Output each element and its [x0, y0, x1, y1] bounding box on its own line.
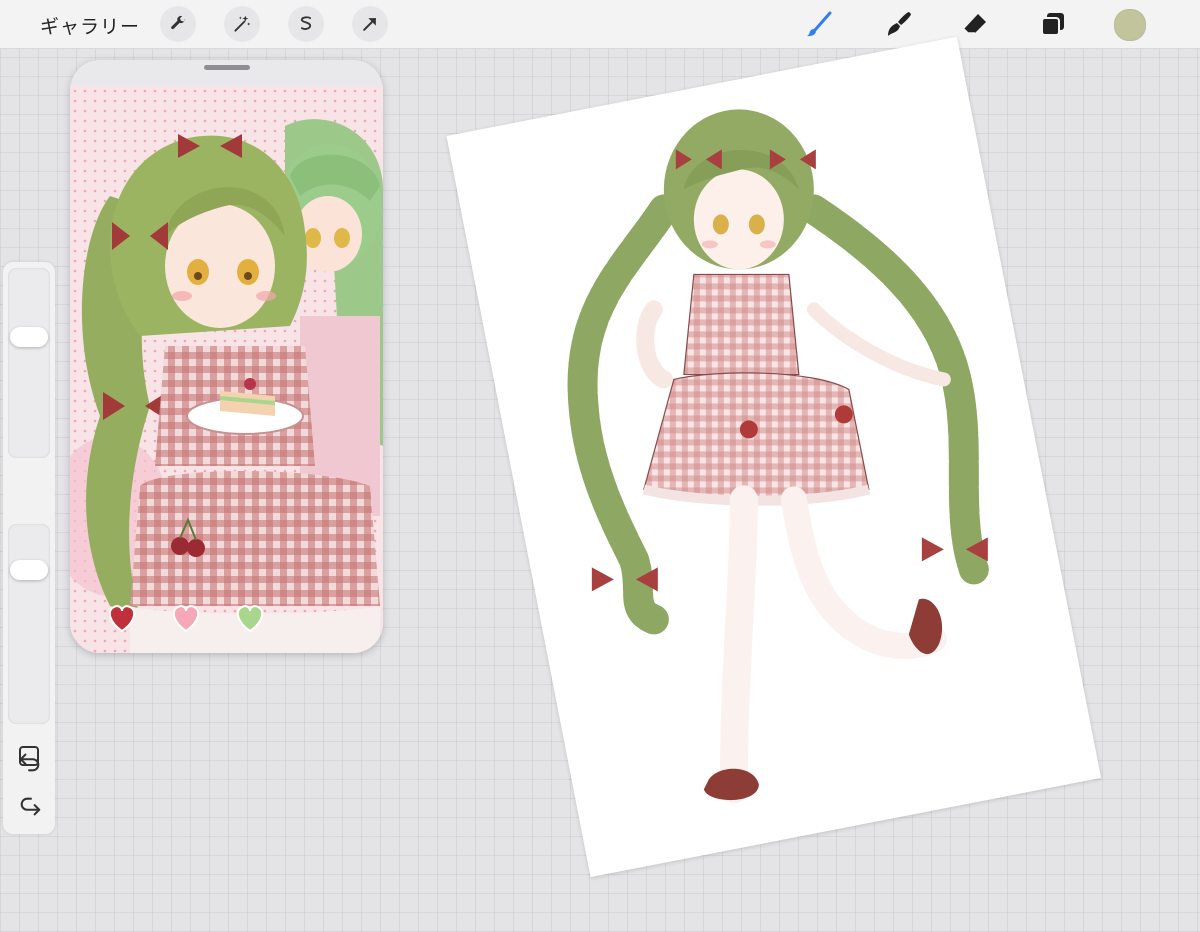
eraser-tool[interactable] [958, 7, 992, 41]
character-sketch [567, 109, 989, 804]
wrench-icon [171, 15, 186, 30]
adjustments-button[interactable] [224, 6, 260, 42]
undo-button[interactable] [17, 749, 43, 775]
brush-size-knob[interactable] [10, 327, 48, 347]
reference-window[interactable] [70, 60, 383, 653]
reference-illustration [70, 86, 383, 653]
layers-icon [1041, 13, 1064, 36]
brush-icon [807, 11, 832, 37]
redo-button[interactable] [17, 794, 43, 820]
transform-arrow-icon [363, 18, 376, 31]
opacity-slider[interactable] [8, 524, 50, 724]
actions-button[interactable] [160, 6, 196, 42]
transform-button[interactable] [352, 6, 388, 42]
gallery-button[interactable]: ギャラリー [40, 12, 140, 39]
layers-button[interactable] [1036, 7, 1070, 41]
undo-icon [19, 753, 40, 772]
drawing-canvas[interactable] [446, 36, 1102, 878]
color-picker-button[interactable] [1114, 9, 1146, 41]
magic-wand-icon [234, 15, 251, 32]
reference-window-handle[interactable] [204, 65, 250, 70]
left-sidebar [3, 262, 55, 834]
smudge-icon [888, 12, 911, 36]
brush-size-slider[interactable] [8, 268, 50, 458]
redo-icon [20, 797, 41, 816]
selection-icon [300, 16, 312, 30]
brush-tool[interactable] [802, 7, 836, 41]
top-toolbar: ギャラリー [0, 0, 1200, 49]
smudge-tool[interactable] [882, 7, 916, 41]
opacity-knob[interactable] [10, 560, 48, 580]
eraser-icon [963, 14, 986, 34]
selection-button[interactable] [288, 6, 324, 42]
